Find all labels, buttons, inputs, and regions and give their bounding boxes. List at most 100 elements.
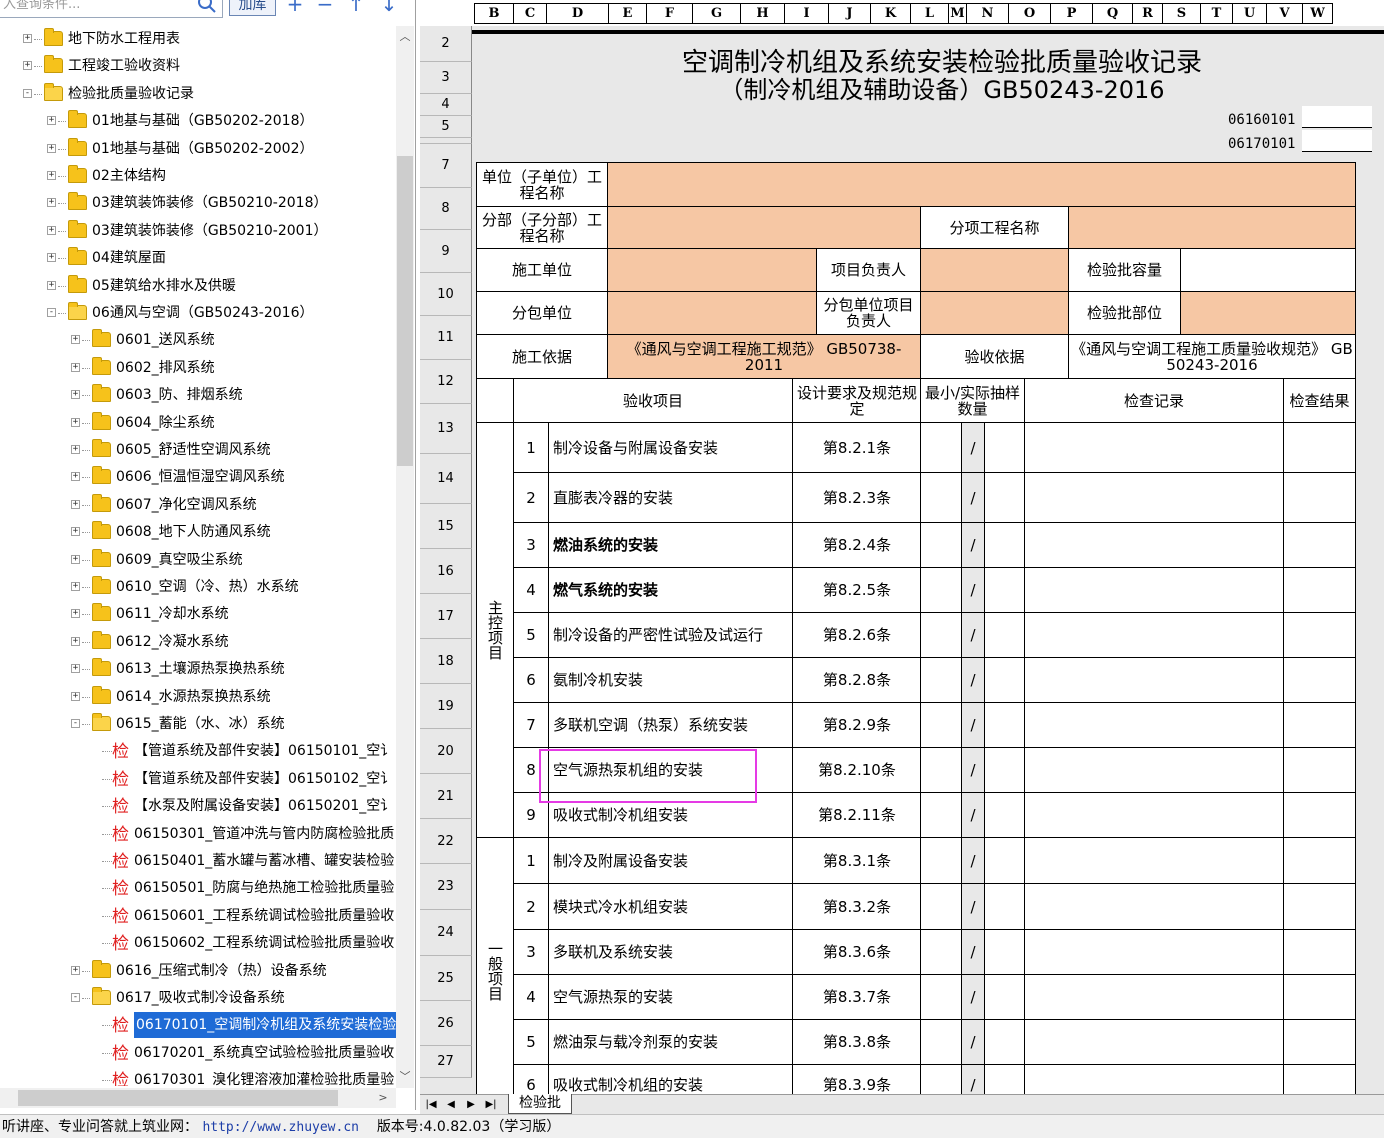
- expand-icon[interactable]: +: [71, 636, 80, 646]
- row-header-cell[interactable]: 15: [420, 504, 472, 549]
- tree-item[interactable]: - 06通风与空调（GB50243-2016）: [0, 300, 396, 326]
- row-header-cell[interactable]: 24: [420, 910, 472, 956]
- sample-min[interactable]: [920, 612, 962, 658]
- check-result[interactable]: [1283, 792, 1356, 838]
- tree-item[interactable]: +0614_水源热泵换热系统: [0, 684, 396, 710]
- row-header-cell[interactable]: 11: [420, 316, 472, 360]
- acceptance-value[interactable]: 《通风与空调工程施工质量验收规范》 GB 50243-2016: [1068, 334, 1356, 379]
- column-header-cell[interactable]: F: [647, 3, 693, 24]
- expand-icon[interactable]: +: [47, 225, 56, 235]
- row-header-cell[interactable]: 3: [420, 62, 472, 94]
- tree-item[interactable]: 检 06150401_蓄水罐与蓄冰槽、罐安装检验: [0, 848, 396, 874]
- row-header-cell[interactable]: 5: [420, 116, 472, 138]
- expand-icon[interactable]: +: [71, 472, 80, 482]
- tree-item[interactable]: +01地基与基础（GB50202-2018）: [0, 108, 396, 134]
- row-header-cell[interactable]: 18: [420, 639, 472, 684]
- check-result[interactable]: [1283, 612, 1356, 658]
- sample-actual[interactable]: [984, 612, 1025, 658]
- sample-min[interactable]: [920, 702, 962, 748]
- tree-item[interactable]: 检 06170301_溴化锂溶液加灌检验批质量验: [0, 1067, 396, 1086]
- tree-item[interactable]: +0610_空调（冷、热）水系统: [0, 574, 396, 600]
- tree-item[interactable]: +0609_真空吸尘系统: [0, 547, 396, 573]
- check-record[interactable]: [1024, 567, 1284, 613]
- sample-min[interactable]: [920, 657, 962, 703]
- check-record[interactable]: [1024, 472, 1284, 523]
- collapse-icon[interactable]: -: [71, 993, 80, 1002]
- row-header-cell[interactable]: 14: [420, 454, 472, 504]
- column-header-cell[interactable]: S: [1163, 3, 1201, 24]
- column-header-cell[interactable]: K: [871, 3, 911, 24]
- batch-capacity-value[interactable]: [1180, 248, 1356, 292]
- expand-icon[interactable]: +: [47, 171, 56, 180]
- check-result[interactable]: [1283, 567, 1356, 613]
- tree-item[interactable]: +0607_净化空调风系统: [0, 492, 396, 518]
- last-sheet-icon[interactable]: ▶|: [482, 1097, 500, 1113]
- check-record[interactable]: [1024, 747, 1284, 793]
- collapse-icon[interactable]: -: [23, 88, 32, 98]
- tree-item[interactable]: +0602_排风系统: [0, 355, 396, 381]
- column-header-cell[interactable]: O: [1009, 3, 1051, 24]
- sample-min[interactable]: [920, 1064, 962, 1094]
- sample-min[interactable]: [920, 422, 962, 473]
- sample-min[interactable]: [920, 837, 962, 884]
- column-header-cell[interactable]: V: [1267, 3, 1303, 24]
- column-header-cell[interactable]: Q: [1093, 3, 1133, 24]
- column-header-cell[interactable]: C: [514, 3, 547, 24]
- status-link[interactable]: http://www.zhuyew.cn: [202, 1120, 359, 1135]
- sample-actual[interactable]: [984, 974, 1025, 1020]
- column-header-cell[interactable]: J: [829, 3, 871, 24]
- column-header-cell[interactable]: D: [547, 3, 609, 24]
- tree-item[interactable]: 检 06150301_管道冲洗与管内防腐检验批质: [0, 821, 396, 847]
- constructor-value[interactable]: [607, 248, 817, 292]
- tree-item[interactable]: +0608_地下人防通风系统: [0, 519, 396, 545]
- collapse-icon[interactable]: -: [71, 719, 80, 728]
- check-record[interactable]: [1024, 929, 1284, 975]
- row-header-cell[interactable]: 17: [420, 594, 472, 639]
- check-result[interactable]: [1283, 747, 1356, 793]
- check-record[interactable]: [1024, 974, 1284, 1020]
- row-header-cell[interactable]: 7: [420, 144, 472, 188]
- expand-icon[interactable]: +: [71, 554, 80, 564]
- tree-item[interactable]: +02主体结构: [0, 163, 396, 189]
- column-header-cell[interactable]: I: [785, 3, 829, 24]
- code-field-1[interactable]: [1302, 106, 1372, 128]
- column-header-cell[interactable]: R: [1133, 3, 1163, 24]
- scroll-down-icon[interactable]: ﹀: [396, 1068, 414, 1086]
- check-result[interactable]: [1283, 837, 1356, 884]
- tree-item[interactable]: 检 06150501_防腐与绝热施工检验批质量验: [0, 875, 396, 901]
- plus-icon[interactable]: +: [283, 0, 307, 16]
- expand-icon[interactable]: +: [71, 335, 80, 345]
- sample-min[interactable]: [920, 567, 962, 613]
- expand-icon[interactable]: +: [71, 362, 80, 372]
- check-result[interactable]: [1283, 1019, 1356, 1065]
- check-result[interactable]: [1283, 974, 1356, 1020]
- row-header-cell[interactable]: 16: [420, 549, 472, 594]
- check-record[interactable]: [1024, 1064, 1284, 1094]
- row-header-cell[interactable]: 25: [420, 956, 472, 1001]
- scroll-thumb[interactable]: [397, 156, 413, 466]
- tree-item[interactable]: +04建筑屋面: [0, 245, 396, 271]
- tree-item[interactable]: +0604_除尘系统: [0, 410, 396, 436]
- sample-actual[interactable]: [984, 837, 1025, 884]
- expand-icon[interactable]: +: [71, 664, 80, 674]
- row-header-cell[interactable]: 27: [420, 1046, 472, 1078]
- sample-actual[interactable]: [984, 472, 1025, 523]
- sample-actual[interactable]: [984, 1064, 1025, 1094]
- tree-item[interactable]: + 地下防水工程用表: [0, 26, 396, 52]
- check-record[interactable]: [1024, 657, 1284, 703]
- tree-item[interactable]: +05建筑给水排水及供暖: [0, 273, 396, 299]
- column-header-cell[interactable]: G: [693, 3, 741, 24]
- expand-icon[interactable]: +: [47, 116, 56, 126]
- row-header-cell[interactable]: 8: [420, 188, 472, 230]
- check-record[interactable]: [1024, 837, 1284, 884]
- tree-item[interactable]: 检 06150602_工程系统调试检验批质量验收: [0, 930, 396, 956]
- check-record[interactable]: [1024, 1019, 1284, 1065]
- row-header-cell[interactable]: 4: [420, 94, 472, 116]
- tree-item[interactable]: - 检验批质量验收记录: [0, 81, 396, 107]
- check-result[interactable]: [1283, 472, 1356, 523]
- expand-icon[interactable]: +: [47, 253, 56, 263]
- search-icon[interactable]: [197, 0, 217, 14]
- tree-item[interactable]: 检 06150601_工程系统调试检验批质量验收: [0, 903, 396, 929]
- check-record[interactable]: [1024, 792, 1284, 838]
- sample-min[interactable]: [920, 747, 962, 793]
